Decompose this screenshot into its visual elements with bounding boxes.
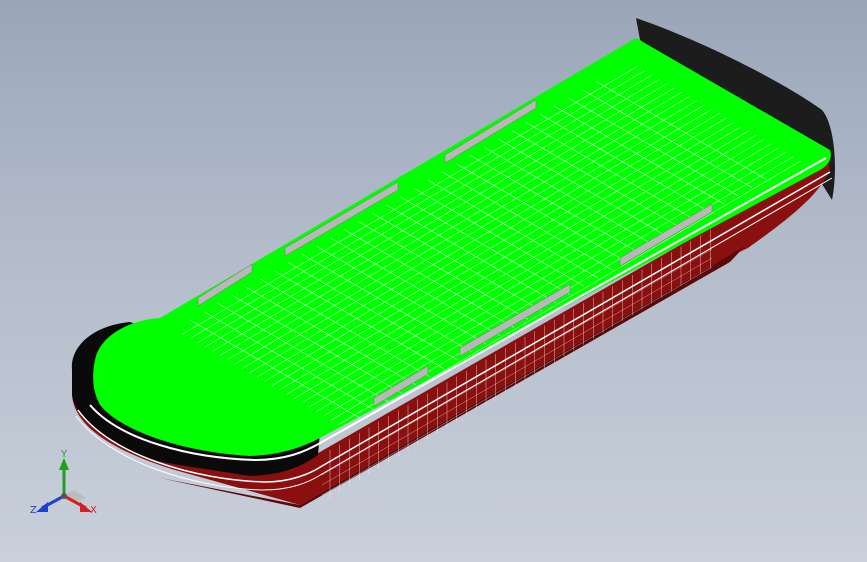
coordinate-triad: Y X Z (26, 446, 106, 526)
x-axis-label: X (90, 505, 97, 516)
y-axis-label: Y (61, 449, 68, 460)
graphics-viewport[interactable]: Y X Z (0, 0, 867, 562)
z-axis-label: Z (30, 505, 37, 516)
barge-model[interactable] (0, 0, 867, 562)
